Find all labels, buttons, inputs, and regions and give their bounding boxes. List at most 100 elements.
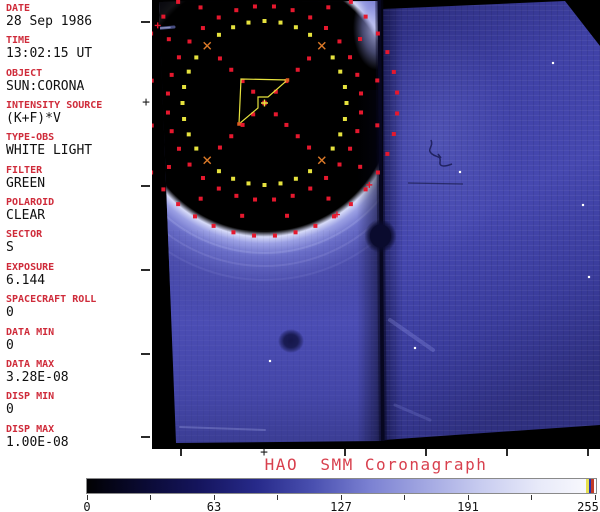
red-ring-mid-dot <box>358 37 363 42</box>
red-ring-outer-dot <box>395 90 400 95</box>
yellow-limb-ring-dot <box>194 55 199 60</box>
right-exposure-frame <box>383 1 600 440</box>
field-value: 1.00E-08 <box>6 434 69 450</box>
metadata-field: OBJECT SUN:CORONA <box>6 68 152 93</box>
red-ring-inner-dot <box>216 15 221 20</box>
ray-dot <box>217 56 222 61</box>
yellow-limb-ring-dot <box>262 19 267 23</box>
red-ring-mid-dot <box>166 37 171 42</box>
yellow-limb-ring-dot <box>278 20 283 25</box>
colorbar-tick <box>277 495 278 500</box>
red-ring-outer-dot <box>149 170 154 175</box>
yellow-limb-ring-dot <box>231 25 236 30</box>
metadata-field: DATA MAX 3.28E-08 <box>6 359 152 384</box>
red-ring-inner-dot <box>290 8 295 13</box>
colorbar-tick-label: 255 <box>577 500 599 512</box>
red-ring-inner-dot <box>253 197 258 202</box>
flag-corner-dot <box>237 122 241 126</box>
field-label: DISP MIN <box>6 391 55 403</box>
pylon-blob <box>370 224 391 248</box>
red-ring-outer-dot <box>193 214 198 219</box>
red-ring-inner-dot <box>216 186 221 191</box>
yellow-limb-ring-dot <box>293 25 298 30</box>
field-label: POLAROID <box>6 197 55 209</box>
red-ring-outer-dot <box>391 69 396 74</box>
red-ring-outer-dot <box>252 233 257 238</box>
left-tick-dash <box>141 269 150 271</box>
field-value: 28 Sep 1986 <box>6 14 93 29</box>
colorbar-tick-label: 191 <box>457 500 479 512</box>
red-ring-outer-dot <box>211 223 216 228</box>
yellow-limb-ring-dot <box>293 176 298 181</box>
red-ring-mid-dot <box>198 196 203 201</box>
field-value: 13:02:15 UT <box>6 46 93 62</box>
yellow-limb-ring-dot <box>216 32 221 37</box>
yellow-limb-ring-dot <box>216 169 221 174</box>
field-label: FILTER <box>6 164 43 176</box>
left-tick-dash <box>141 353 150 355</box>
red-ring-mid-dot <box>375 123 380 128</box>
field-label: SPACECRAFT ROLL <box>6 294 97 306</box>
red-ring-inner-dot <box>252 4 257 9</box>
field-value: SUN:CORONA <box>6 78 85 94</box>
red-ring-inner-dot <box>165 110 170 115</box>
film-grain <box>159 230 381 443</box>
ray-dot <box>229 67 234 72</box>
red-ring-inner-dot <box>324 25 329 30</box>
red-ring-inner-dot <box>337 162 342 167</box>
left-tick-dash <box>141 21 150 23</box>
yellow-limb-ring-dot <box>342 85 347 90</box>
colorbar-tick-label: 0 <box>83 500 91 512</box>
metadata-field: SECTOR S <box>6 229 152 255</box>
red-ring-inner-dot <box>290 193 295 198</box>
ray-dot <box>284 122 289 127</box>
field-label: DISP MAX <box>6 423 55 435</box>
yellow-limb-ring-dot <box>182 85 187 90</box>
field-label: INTENSITY SOURCE <box>6 100 103 112</box>
yellow-limb-ring-dot <box>338 69 343 74</box>
red-ring-outer-dot <box>272 233 277 238</box>
field-value: 0 <box>6 337 14 353</box>
red-ring-outer-dot <box>348 0 353 4</box>
field-value: 3.28E-08 <box>6 369 69 385</box>
red-ring-inner-dot <box>169 129 174 134</box>
red-ring-inner-dot <box>187 39 192 44</box>
red-ring-outer-dot <box>363 14 368 19</box>
red-ring-inner-dot <box>337 39 342 44</box>
red-ring-mid-dot <box>285 213 290 218</box>
red-ring-inner-dot <box>308 186 313 191</box>
red-ring-mid-dot <box>358 164 363 169</box>
field-label: DATE <box>6 3 31 14</box>
field-value: 0 <box>6 402 14 418</box>
ray-dot <box>295 67 300 72</box>
film-grain <box>383 1 600 440</box>
red-ring-inner-dot <box>324 175 329 180</box>
field-label: TIME <box>6 35 31 47</box>
yellow-limb-ring-dot <box>246 181 251 186</box>
colorbar-end-stripe <box>591 479 594 493</box>
yellow-limb-ring-dot <box>308 32 313 37</box>
red-ring-mid-dot <box>166 164 171 169</box>
yellow-limb-ring-dot <box>182 116 187 121</box>
field-label: SECTOR <box>6 229 43 241</box>
ray-dot <box>240 122 245 127</box>
metadata-field: TIME 13:02:15 UT <box>6 35 152 61</box>
ray-dot <box>229 134 234 139</box>
ray-dot <box>295 134 300 139</box>
red-ring-inner-dot <box>308 15 313 20</box>
colorbar-tick-label: 127 <box>330 500 352 512</box>
field-value: GREEN <box>6 175 46 191</box>
yellow-limb-ring-dot <box>308 169 313 174</box>
intensity-colorbar <box>86 478 597 494</box>
red-ring-outer-dot <box>385 151 390 156</box>
left-tick-dash <box>141 436 150 438</box>
star-speck <box>413 346 417 350</box>
red-ring-outer-dot <box>391 132 396 137</box>
red-ring-mid-dot <box>198 5 203 10</box>
colorbar-tick <box>531 495 532 500</box>
red-ring-inner-dot <box>272 197 277 202</box>
red-ring-outer-dot <box>231 230 236 235</box>
image-title: HAO SMM Coronagraph <box>264 455 488 474</box>
yellow-limb-ring-dot <box>330 146 335 151</box>
red-ring-inner-dot <box>200 26 205 31</box>
